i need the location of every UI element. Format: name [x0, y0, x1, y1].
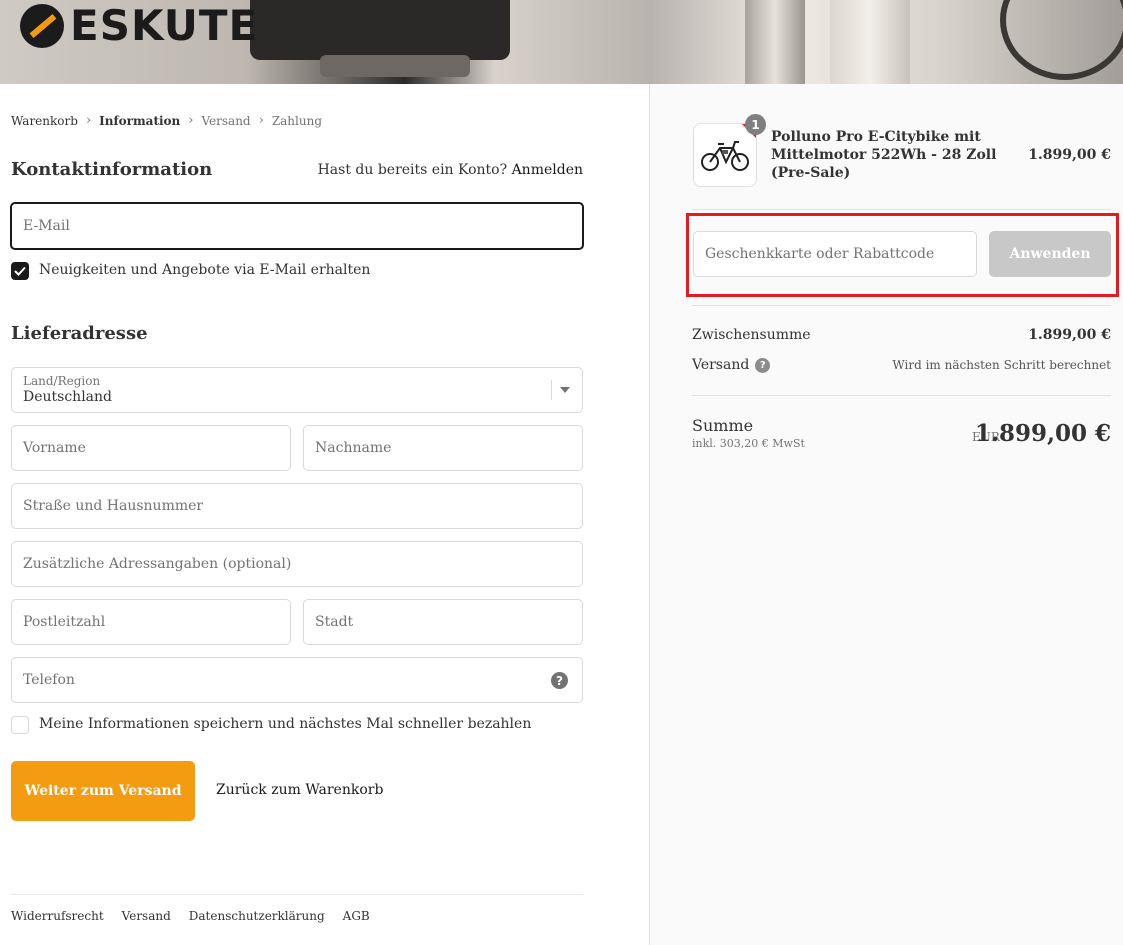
first-name-field[interactable]: Vorname — [11, 425, 291, 471]
banner-image-part — [320, 55, 470, 77]
breadcrumb-information: Information — [99, 113, 181, 128]
highlight-frame — [686, 213, 1119, 297]
continue-to-shipping-button[interactable]: Weiter zum Versand — [11, 761, 195, 821]
summary-divider — [692, 209, 1111, 210]
footer-link-privacy[interactable]: Datenschutzerklärung — [189, 909, 325, 923]
footer-link-withdrawal[interactable]: Widerrufsrecht — [11, 909, 104, 923]
total-label: Summe — [692, 416, 754, 435]
summary-divider — [692, 395, 1111, 396]
product-price: 1.899,00 € — [1028, 147, 1111, 163]
back-to-cart-link[interactable]: Zurück zum Warenkorb — [216, 782, 383, 798]
breadcrumb-payment: Zahlung — [271, 113, 323, 128]
country-label: Land/Region — [23, 374, 101, 388]
shipping-row: Versand? — [692, 357, 771, 373]
brand-logo[interactable]: ESKUTE — [20, 1, 258, 50]
street-field[interactable]: Straße und Hausnummer — [11, 483, 583, 529]
country-value: Deutschland — [23, 389, 112, 405]
postal-code-field[interactable]: Postleitzahl — [11, 599, 291, 645]
product-thumbnail — [693, 123, 757, 187]
street-placeholder: Straße und Hausnummer — [23, 498, 204, 514]
chevron-right-icon: › — [85, 113, 92, 128]
last-name-field[interactable]: Nachname — [303, 425, 583, 471]
save-info-checkbox[interactable] — [11, 716, 29, 734]
logo-mark-icon — [20, 3, 64, 48]
summary-divider — [692, 305, 1111, 306]
newsletter-checkbox[interactable] — [11, 262, 29, 280]
phone-field[interactable]: Telefon ? — [11, 657, 583, 703]
chevron-right-icon: › — [188, 113, 194, 128]
phone-placeholder: Telefon — [23, 672, 75, 688]
city-field[interactable]: Stadt — [303, 599, 583, 645]
shipping-heading: Lieferadresse — [11, 323, 148, 344]
address2-field[interactable]: Zusätzliche Adressangaben (optional) — [11, 541, 583, 587]
e-bike-icon — [701, 141, 749, 171]
login-link[interactable]: Anmelden — [512, 162, 583, 178]
header-banner: ESKUTE — [0, 0, 1123, 84]
login-prompt: Hast du bereits ein Konto? Anmelden — [318, 162, 583, 178]
footer-link-shipping[interactable]: Versand — [122, 909, 171, 923]
banner-image-part — [745, 0, 805, 84]
help-icon[interactable]: ? — [755, 357, 771, 373]
save-info-label: Meine Informationen speichern und nächst… — [39, 716, 532, 732]
logo-text: ESKUTE — [70, 1, 259, 50]
banner-image-part — [1000, 0, 1123, 80]
select-divider — [551, 380, 552, 400]
total-value: 1.899,00 € — [974, 420, 1111, 447]
breadcrumb-shipping: Versand — [201, 113, 251, 128]
newsletter-label: Neuigkeiten und Angebote via E-Mail erha… — [39, 262, 371, 278]
contact-heading: Kontaktinformation — [11, 159, 213, 180]
help-icon[interactable]: ? — [551, 672, 568, 689]
shipping-value: Wird im nächsten Schritt berechnet — [892, 358, 1111, 372]
footer-links: Widerrufsrecht Versand Datenschutzerklär… — [11, 909, 370, 923]
breadcrumb-cart[interactable]: Warenkorb — [11, 114, 78, 128]
banner-image-part — [250, 0, 510, 60]
breadcrumb: Warenkorb › Information › Versand › Zahl… — [11, 113, 322, 128]
quantity-badge: 1 — [745, 114, 766, 135]
email-placeholder: E-Mail — [23, 218, 70, 234]
banner-image-part — [830, 0, 910, 84]
chevron-right-icon: › — [258, 113, 264, 128]
product-name: Polluno Pro E-Citybike mit Mittelmotor 5… — [771, 129, 997, 181]
subtotal-value: 1.899,00 € — [1028, 327, 1111, 343]
login-prompt-text: Hast du bereits ein Konto? — [317, 162, 508, 178]
country-select[interactable]: Land/Region Deutschland — [11, 367, 583, 413]
postal-code-placeholder: Postleitzahl — [23, 614, 106, 630]
address2-placeholder: Zusätzliche Adressangaben (optional) — [23, 556, 292, 572]
subtotal-label: Zwischensumme — [692, 327, 811, 343]
shipping-label: Versand — [692, 357, 750, 373]
city-placeholder: Stadt — [315, 614, 354, 630]
chevron-down-icon — [560, 387, 570, 393]
tax-note: inkl. 303,20 € MwSt — [692, 437, 805, 450]
email-field[interactable]: E-Mail — [10, 202, 584, 250]
footer-divider — [11, 894, 583, 895]
first-name-placeholder: Vorname — [23, 440, 86, 456]
checkmark-icon — [14, 266, 26, 276]
footer-link-terms[interactable]: AGB — [343, 909, 370, 923]
last-name-placeholder: Nachname — [315, 440, 392, 456]
